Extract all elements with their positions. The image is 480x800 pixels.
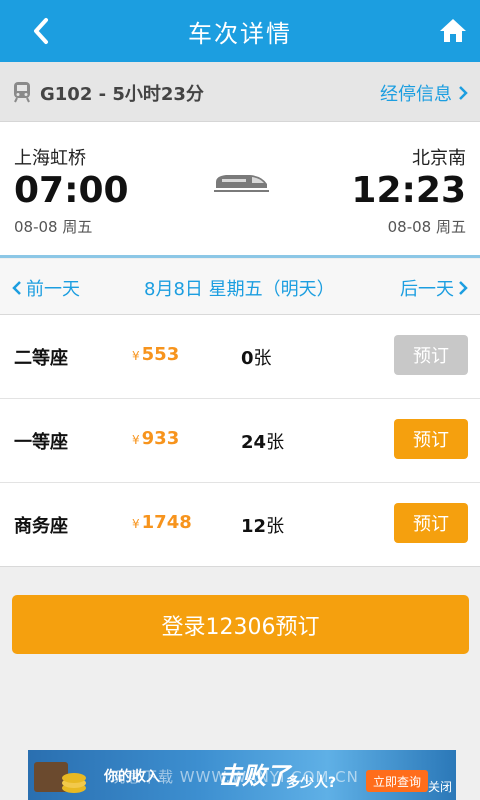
seat-row-business-class: 商务座 ¥1748 12张 预订 (0, 483, 480, 567)
home-icon (440, 19, 466, 42)
chevron-left-icon (12, 281, 21, 295)
coins-icon (34, 762, 86, 793)
next-day-label: 后一天 (400, 279, 454, 300)
stops-info-label: 经停信息 (380, 84, 452, 105)
ad-close-button[interactable]: 关闭 (428, 778, 452, 795)
book-button-disabled[interactable]: 预订 (394, 335, 468, 375)
previous-day-button[interactable]: 前一天 (12, 275, 80, 301)
chevron-right-icon (459, 281, 468, 295)
arrival-date: 08-08 周五 (387, 218, 466, 236)
departure-date: 08-08 周五 (14, 218, 93, 236)
seat-type: 商务座 (14, 516, 68, 537)
home-button[interactable] (438, 15, 468, 45)
arrival-time: 12:23 (351, 170, 466, 211)
high-speed-train-icon (214, 175, 269, 192)
seat-count: 12张 (241, 516, 285, 537)
train-icon (14, 82, 30, 103)
journey-panel: 上海虹桥 07:00 08-08 周五 北京南 12:23 08-08 周五 (0, 122, 480, 258)
current-date: 8月8日 星期五（明天） (144, 279, 335, 300)
seat-type: 一等座 (14, 432, 68, 453)
seat-list: 二等座 ¥553 0张 预订 一等座 ¥933 24张 预订 商务座 ¥1748… (0, 315, 480, 567)
previous-day-label: 前一天 (26, 279, 80, 300)
seat-row-second-class: 二等座 ¥553 0张 预订 (0, 315, 480, 399)
chevron-right-icon (459, 86, 468, 100)
seat-type: 二等座 (14, 348, 68, 369)
departure-time: 07:00 (14, 170, 129, 211)
train-summary-bar: G102 - 5小时23分 经停信息 (0, 62, 480, 122)
seat-price: ¥933 (132, 428, 180, 449)
chevron-left-icon (34, 18, 48, 44)
departure-station: 上海虹桥 (14, 148, 86, 169)
stops-info-link[interactable]: 经停信息 (380, 80, 468, 106)
arrival-station: 北京南 (412, 148, 466, 169)
seat-row-first-class: 一等座 ¥933 24张 预订 (0, 399, 480, 483)
login-to-book-button[interactable]: 登录12306预订 (12, 595, 469, 654)
page-title: 车次详情 (188, 19, 292, 48)
seat-price: ¥553 (132, 344, 180, 365)
top-app-bar: 车次详情 (0, 0, 480, 62)
book-button[interactable]: 预订 (394, 419, 468, 459)
seat-price: ¥1748 (132, 512, 192, 533)
back-button[interactable] (28, 17, 54, 45)
next-day-button[interactable]: 后一天 (400, 275, 468, 301)
seat-count: 24张 (241, 432, 285, 453)
date-navigation: 前一天 8月8日 星期五（明天） 后一天 (0, 259, 480, 315)
seat-count: 0张 (241, 348, 272, 369)
book-button[interactable]: 预订 (394, 503, 468, 543)
train-number-duration: G102 - 5小时23分 (40, 84, 204, 105)
watermark-text: 玩意下载 WWW.WANYI.COM.CN (110, 768, 359, 786)
